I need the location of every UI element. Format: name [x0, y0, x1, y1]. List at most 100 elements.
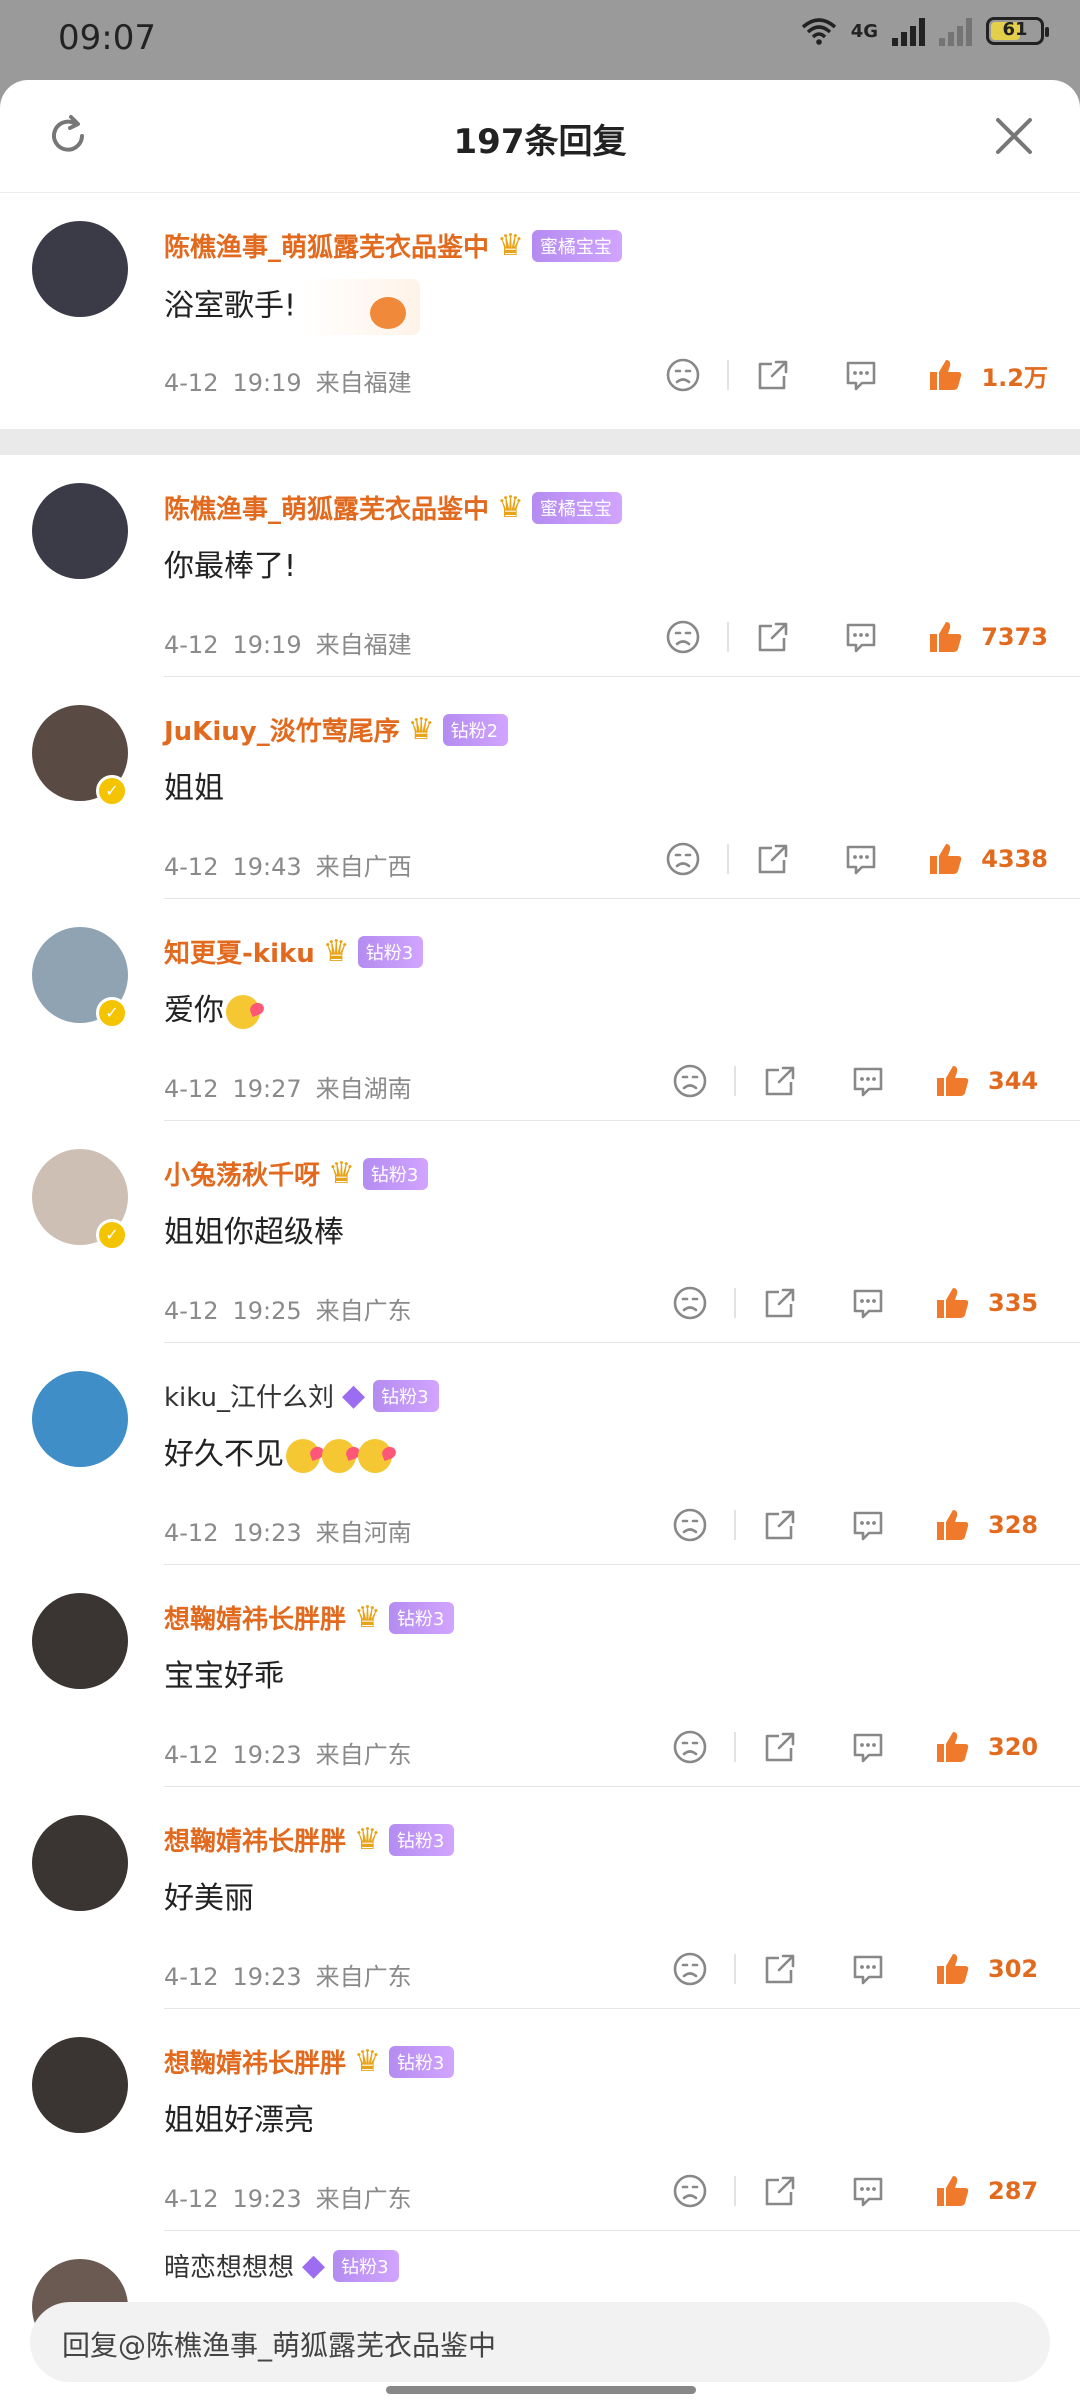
- comment-meta: 4-12 19:43 来自广西: [164, 847, 412, 882]
- avatar[interactable]: [32, 221, 128, 317]
- thumbs-up-icon[interactable]: [930, 1059, 974, 1103]
- comment-time: 19:43: [232, 853, 302, 881]
- like-button[interactable]: 320: [930, 1725, 1048, 1769]
- reply-placeholder: 回复@陈樵渔事_萌狐露芜衣品鉴中: [62, 2329, 497, 2362]
- reply-icon[interactable]: [846, 1281, 890, 1325]
- dislike-icon[interactable]: [661, 837, 705, 881]
- reply-icon[interactable]: [846, 2169, 890, 2213]
- like-button[interactable]: 1.2万: [923, 353, 1048, 397]
- comment-location: 来自河南: [315, 1519, 412, 1547]
- comment-item[interactable]: 想鞠婧祎长胖胖 ♛ 钻粉3 好美丽 4-12 19:23 来自广东 302: [0, 1787, 1080, 2009]
- avatar[interactable]: [32, 483, 128, 579]
- comment-location: 来自福建: [315, 369, 412, 397]
- like-button[interactable]: 328: [930, 1503, 1048, 1547]
- crown-icon: ♛: [328, 1155, 355, 1191]
- reply-icon[interactable]: [846, 1503, 890, 1547]
- status-time: 09:07: [58, 18, 156, 58]
- thumbs-up-icon[interactable]: [923, 837, 967, 881]
- comment-text: 好美丽: [164, 1873, 254, 1917]
- fan-badge: 钻粉3: [388, 2045, 455, 2078]
- thumbs-up-icon[interactable]: [930, 1281, 974, 1325]
- dislike-icon[interactable]: [661, 353, 705, 397]
- thumbs-up-icon[interactable]: [930, 1947, 974, 1991]
- home-indicator[interactable]: [386, 2386, 696, 2394]
- comment-list: 陈樵渔事_萌狐露芜衣品鉴中 ♛ 蜜橘宝宝 浴室歌手! 4-12 19:19 来自福建 1.2万…: [0, 193, 1080, 2231]
- comment-actions: 328: [668, 1503, 1048, 1547]
- comment-text-value: 你最棒了!: [164, 549, 297, 584]
- dislike-icon[interactable]: [668, 1059, 712, 1103]
- fan-badge: 钻粉3: [362, 1157, 429, 1190]
- comment-time: 19:23: [232, 1741, 302, 1769]
- comment-item[interactable]: JuKiuy_淡竹莺尾序♛钻粉2 姐姐 4-12 19:43 来自广西 4338: [0, 677, 1080, 899]
- share-icon[interactable]: [758, 1947, 802, 1991]
- thumbs-up-icon[interactable]: [930, 2169, 974, 2213]
- username[interactable]: 小兔荡秋千呀: [164, 1155, 320, 1192]
- username[interactable]: 陈樵渔事_萌狐露芜衣品鉴中: [164, 227, 489, 264]
- thumbs-up-icon[interactable]: [930, 1503, 974, 1547]
- username[interactable]: 想鞠婧祎长胖胖: [164, 1599, 346, 1636]
- like-button[interactable]: 344: [930, 1059, 1048, 1103]
- share-icon[interactable]: [751, 615, 795, 659]
- username[interactable]: 暗恋想想想: [164, 2247, 294, 2284]
- reply-icon[interactable]: [839, 837, 883, 881]
- comment-item[interactable]: 小兔荡秋千呀♛钻粉3 姐姐你超级棒 4-12 19:25 来自广东 335: [0, 1121, 1080, 1343]
- username[interactable]: 想鞠婧祎长胖胖: [164, 1821, 346, 1858]
- comment-item[interactable]: 陈樵渔事_萌狐露芜衣品鉴中 ♛ 蜜橘宝宝 你最棒了! 4-12 19:19 来自福建 7373: [0, 455, 1080, 677]
- username[interactable]: 陈樵渔事_萌狐露芜衣品鉴中: [164, 489, 489, 526]
- close-icon[interactable]: [990, 112, 1038, 160]
- comment-date: 4-12: [164, 1519, 219, 1547]
- thumbs-up-icon[interactable]: [923, 615, 967, 659]
- avatar[interactable]: [32, 1593, 128, 1689]
- comment-date: 4-12: [164, 369, 219, 397]
- reply-icon[interactable]: [839, 615, 883, 659]
- like-count: 344: [988, 1067, 1039, 1095]
- signal-secondary-icon: [939, 16, 972, 46]
- fan-badge: 钻粉3: [333, 2249, 399, 2282]
- username[interactable]: kiku_江什么刘: [164, 1377, 334, 1414]
- reply-icon[interactable]: [846, 1059, 890, 1103]
- share-icon[interactable]: [758, 1281, 802, 1325]
- share-icon[interactable]: [758, 1059, 802, 1103]
- reply-icon[interactable]: [839, 353, 883, 397]
- username[interactable]: 知更夏-kiku: [164, 933, 315, 970]
- dislike-icon[interactable]: [668, 1281, 712, 1325]
- comment-time: 19:19: [232, 369, 302, 397]
- comment-date: 4-12: [164, 631, 219, 659]
- username[interactable]: JuKiuy_淡竹莺尾序: [164, 711, 400, 748]
- comment-item[interactable]: 知更夏-kiku♛钻粉3 爱你 4-12 19:27 来自湖南 344: [0, 899, 1080, 1121]
- thumbs-up-icon[interactable]: [930, 1725, 974, 1769]
- comment-time: 19:23: [232, 1519, 302, 1547]
- like-button[interactable]: 302: [930, 1947, 1048, 1991]
- dislike-icon[interactable]: [668, 1503, 712, 1547]
- network-type: 4G: [850, 20, 878, 42]
- share-icon[interactable]: [751, 837, 795, 881]
- comment-item[interactable]: 想鞠婧祎长胖胖 ♛ 钻粉3 姐姐好漂亮 4-12 19:23 来自广东 287: [0, 2009, 1080, 2231]
- comment-item[interactable]: 陈樵渔事_萌狐露芜衣品鉴中 ♛ 蜜橘宝宝 浴室歌手! 4-12 19:19 来自福建 1.2万: [0, 193, 1080, 429]
- diamond-icon: ◆: [302, 2247, 326, 2283]
- share-icon[interactable]: [758, 1725, 802, 1769]
- dislike-icon[interactable]: [668, 1725, 712, 1769]
- like-button[interactable]: 335: [930, 1281, 1048, 1325]
- like-button[interactable]: 287: [930, 2169, 1048, 2213]
- like-button[interactable]: 7373: [923, 615, 1048, 659]
- comment-item[interactable]: kiku_江什么刘 ◆ 钻粉3 好久不见 4-12 19:23 来自河南 328: [0, 1343, 1080, 1565]
- avatar[interactable]: [32, 2037, 128, 2133]
- kiss-emoji-icon: [358, 1438, 392, 1473]
- dislike-icon[interactable]: [668, 2169, 712, 2213]
- reply-icon[interactable]: [846, 1725, 890, 1769]
- share-icon[interactable]: [758, 2169, 802, 2213]
- dislike-icon[interactable]: [668, 1947, 712, 1991]
- reply-input[interactable]: 回复@陈樵渔事_萌狐露芜衣品鉴中: [30, 2302, 1050, 2382]
- reply-icon[interactable]: [846, 1947, 890, 1991]
- comment-text-value: 好美丽: [164, 1881, 254, 1916]
- comment-date: 4-12: [164, 1741, 219, 1769]
- avatar[interactable]: [32, 1815, 128, 1911]
- username[interactable]: 想鞠婧祎长胖胖: [164, 2043, 346, 2080]
- like-button[interactable]: 4338: [923, 837, 1048, 881]
- comment-item[interactable]: 想鞠婧祎长胖胖 ♛ 钻粉3 宝宝好乖 4-12 19:23 来自广东 320: [0, 1565, 1080, 1787]
- share-icon[interactable]: [751, 353, 795, 397]
- dislike-icon[interactable]: [661, 615, 705, 659]
- avatar[interactable]: [32, 1371, 128, 1467]
- share-icon[interactable]: [758, 1503, 802, 1547]
- thumbs-up-icon[interactable]: [923, 353, 967, 397]
